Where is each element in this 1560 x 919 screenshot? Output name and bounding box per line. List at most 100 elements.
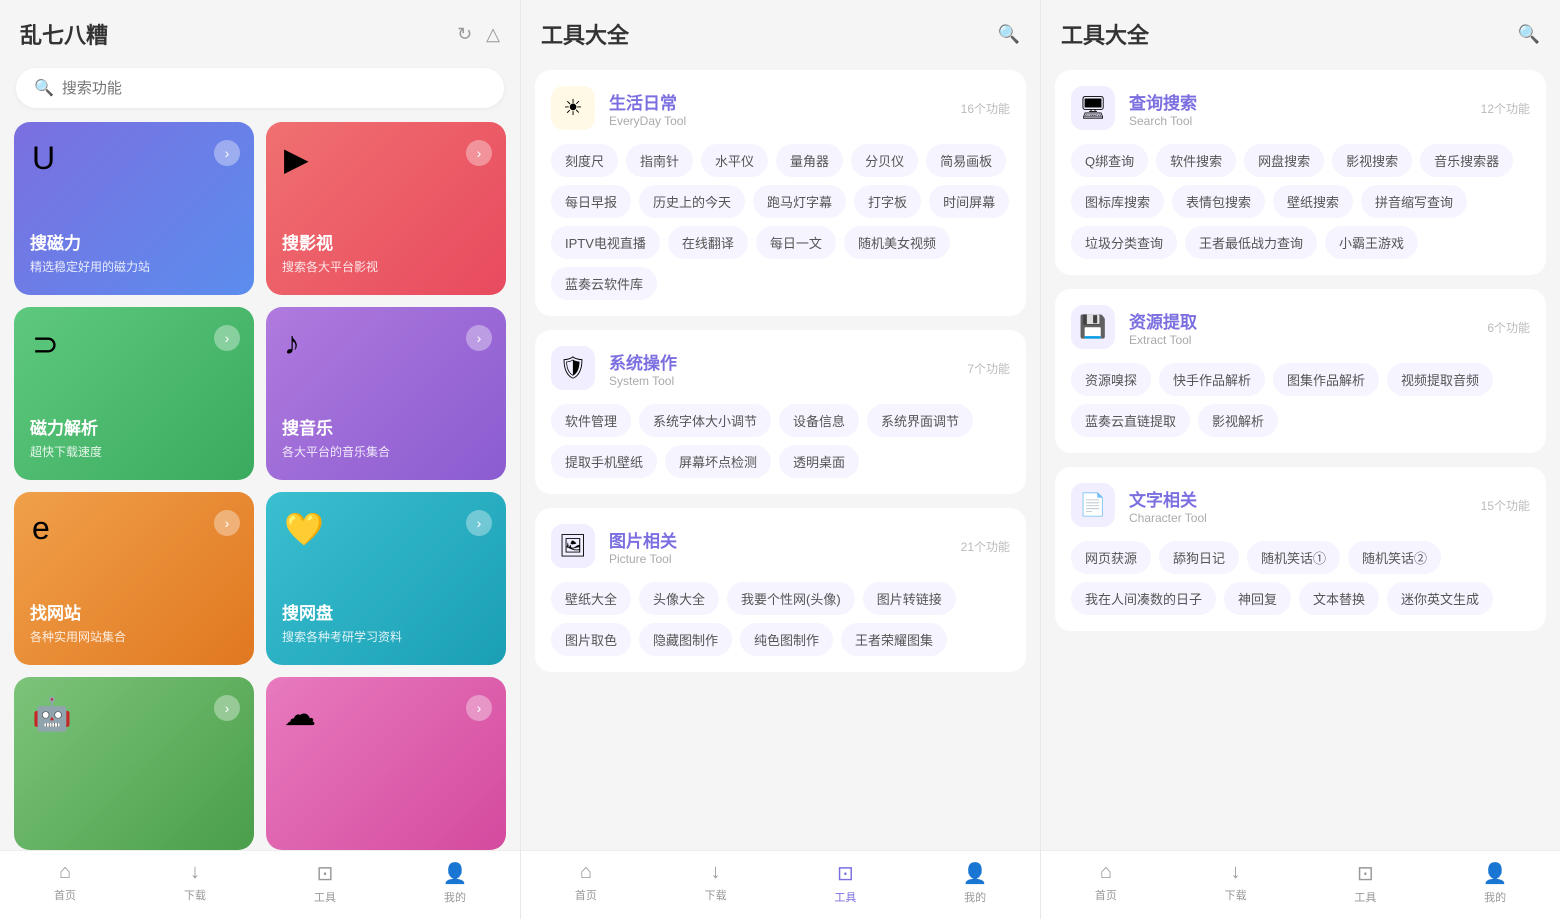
nav-item-下载[interactable]: ↓ 下载: [130, 861, 260, 905]
card-icon: ▶: [284, 140, 309, 178]
card-subtitle: 各大平台的音乐集合: [282, 443, 490, 460]
tag-指南针[interactable]: 指南针: [626, 144, 693, 177]
tag-影视解析[interactable]: 影视解析: [1198, 404, 1278, 437]
tag-每日一文[interactable]: 每日一文: [756, 226, 836, 259]
tag-快手作品解析[interactable]: 快手作品解析: [1159, 363, 1265, 396]
tag-图标库搜索[interactable]: 图标库搜索: [1071, 185, 1164, 218]
panel-left: 乱七八糟 ↻ △ 🔍 U › 搜磁力 精选稳定好用的磁力站 ▶ › 搜影视 搜索…: [0, 0, 520, 919]
tag-我在人间凑数的日子[interactable]: 我在人间凑数的日子: [1071, 582, 1216, 615]
tag-刻度尺[interactable]: 刻度尺: [551, 144, 618, 177]
card-sou-yin-yue[interactable]: ♪ › 搜音乐 各大平台的音乐集合: [266, 307, 506, 480]
tag-历史上的今天[interactable]: 历史上的今天: [639, 185, 745, 218]
panel-right: 工具大全 🔍 🖥 查询搜索 Search Tool 12个功能 Q绑查询软件搜索…: [1040, 0, 1560, 919]
tag-小霸王游戏[interactable]: 小霸王游戏: [1325, 226, 1418, 259]
tag-音乐搜索器[interactable]: 音乐搜索器: [1420, 144, 1513, 177]
section-count-picture-tool: 21个功能: [961, 538, 1010, 555]
nav-item-我的[interactable]: 👤 我的: [390, 861, 520, 905]
tag-简易画板[interactable]: 简易画板: [926, 144, 1006, 177]
tag-Q绑查询[interactable]: Q绑查询: [1071, 144, 1148, 177]
tag-王者荣耀图集[interactable]: 王者荣耀图集: [841, 623, 947, 656]
tag-网盘搜索[interactable]: 网盘搜索: [1244, 144, 1324, 177]
tag-跑马灯字幕[interactable]: 跑马灯字幕: [753, 185, 846, 218]
section-search-tool: 🖥 查询搜索 Search Tool 12个功能 Q绑查询软件搜索网盘搜索影视搜…: [1055, 70, 1546, 275]
nav-item-下载[interactable]: ↓ 下载: [1171, 861, 1301, 905]
tag-蓝奏云软件库[interactable]: 蓝奏云软件库: [551, 267, 657, 300]
tag-壁纸大全[interactable]: 壁纸大全: [551, 582, 631, 615]
tag-垃圾分类查询[interactable]: 垃圾分类查询: [1071, 226, 1177, 259]
section-count-character-tool: 15个功能: [1481, 497, 1530, 514]
tag-网页获源[interactable]: 网页获源: [1071, 541, 1151, 574]
tag-grid-search-tool: Q绑查询软件搜索网盘搜索影视搜索音乐搜索器图标库搜索表情包搜索壁纸搜索拼音缩写查…: [1071, 144, 1530, 259]
tag-王者最低战力查询[interactable]: 王者最低战力查询: [1185, 226, 1317, 259]
nav-item-下载[interactable]: ↓ 下载: [651, 861, 781, 905]
tag-视频提取音频[interactable]: 视频提取音频: [1387, 363, 1493, 396]
tag-分贝仪[interactable]: 分贝仪: [851, 144, 918, 177]
panel3-search-icon[interactable]: 🔍: [1518, 24, 1540, 45]
tag-量角器[interactable]: 量角器: [776, 144, 843, 177]
section-subtitle-picture-tool: Picture Tool: [609, 552, 677, 566]
tag-神回复[interactable]: 神回复: [1224, 582, 1291, 615]
tag-IPTV电视直播[interactable]: IPTV电视直播: [551, 226, 660, 259]
tag-软件搜索[interactable]: 软件搜索: [1156, 144, 1236, 177]
nav-item-工具[interactable]: ⊡ 工具: [1301, 861, 1431, 905]
section-title-picture-tool: 图片相关: [609, 527, 677, 552]
tag-水平仪[interactable]: 水平仪: [701, 144, 768, 177]
nav-item-工具[interactable]: ⊡ 工具: [781, 861, 911, 905]
tag-隐藏图制作[interactable]: 隐藏图制作: [639, 623, 732, 656]
triangle-icon[interactable]: △: [486, 24, 500, 45]
tag-时间屏幕[interactable]: 时间屏幕: [929, 185, 1009, 218]
nav-item-工具[interactable]: ⊡ 工具: [260, 861, 390, 905]
tag-设备信息[interactable]: 设备信息: [779, 404, 859, 437]
nav-item-首页[interactable]: ⌂ 首页: [1041, 861, 1171, 905]
nav-item-我的[interactable]: 👤 我的: [1430, 861, 1560, 905]
card-sou-ying-shi[interactable]: ▶ › 搜影视 搜索各大平台影视: [266, 122, 506, 295]
tag-文本替换[interactable]: 文本替换: [1299, 582, 1379, 615]
tag-随机笑话①[interactable]: 随机笑话①: [1247, 541, 1340, 574]
tag-表情包搜索[interactable]: 表情包搜索: [1172, 185, 1265, 218]
tag-舔狗日记[interactable]: 舔狗日记: [1159, 541, 1239, 574]
card-subtitle: 各种实用网站集合: [30, 628, 238, 645]
section-title-extract-tool: 资源提取: [1129, 308, 1197, 333]
tag-屏幕坏点检测[interactable]: 屏幕坏点检测: [665, 445, 771, 478]
refresh-icon[interactable]: ↻: [457, 24, 472, 45]
tag-头像大全[interactable]: 头像大全: [639, 582, 719, 615]
tag-随机笑话②[interactable]: 随机笑话②: [1348, 541, 1441, 574]
tag-提取手机壁纸[interactable]: 提取手机壁纸: [551, 445, 657, 478]
nav-item-我的[interactable]: 👤 我的: [910, 861, 1040, 905]
tag-纯色图制作[interactable]: 纯色图制作: [740, 623, 833, 656]
tag-打字板[interactable]: 打字板: [854, 185, 921, 218]
tag-在线翻译[interactable]: 在线翻译: [668, 226, 748, 259]
card-arrow: ›: [214, 140, 240, 166]
section-titles-daily-life: 生活日常 EveryDay Tool: [609, 89, 686, 128]
tag-系统界面调节[interactable]: 系统界面调节: [867, 404, 973, 437]
tag-随机美女视频[interactable]: 随机美女视频: [844, 226, 950, 259]
tag-透明桌面[interactable]: 透明桌面: [779, 445, 859, 478]
panel2-search-icon[interactable]: 🔍: [998, 24, 1020, 45]
search-bar[interactable]: 🔍: [16, 68, 504, 108]
tag-影视搜索[interactable]: 影视搜索: [1332, 144, 1412, 177]
nav-item-首页[interactable]: ⌂ 首页: [521, 861, 651, 905]
card-icon: ☁: [284, 695, 316, 733]
card-cloud[interactable]: ☁ ›: [266, 677, 506, 850]
tag-图片转链接[interactable]: 图片转链接: [863, 582, 956, 615]
tag-资源嗅探[interactable]: 资源嗅探: [1071, 363, 1151, 396]
nav-label-下载: 下载: [184, 887, 206, 903]
tag-软件管理[interactable]: 软件管理: [551, 404, 631, 437]
card-ci-li-jie-xi[interactable]: ⊃ › 磁力解析 超快下载速度: [14, 307, 254, 480]
card-android[interactable]: 🤖 ›: [14, 677, 254, 850]
tag-grid-extract-tool: 资源嗅探快手作品解析图集作品解析视频提取音频蓝奏云直链提取影视解析: [1071, 363, 1530, 437]
tag-每日早报[interactable]: 每日早报: [551, 185, 631, 218]
card-sou-wang-pan[interactable]: 💛 › 搜网盘 搜索各种考研学习资料: [266, 492, 506, 665]
tag-我要个性网(头像)[interactable]: 我要个性网(头像): [727, 582, 855, 615]
tag-壁纸搜索[interactable]: 壁纸搜索: [1273, 185, 1353, 218]
nav-item-首页[interactable]: ⌂ 首页: [0, 861, 130, 905]
tag-图片取色[interactable]: 图片取色: [551, 623, 631, 656]
tag-系统字体大小调节[interactable]: 系统字体大小调节: [639, 404, 771, 437]
tag-蓝奏云直链提取[interactable]: 蓝奏云直链提取: [1071, 404, 1190, 437]
card-zhao-wang-zhan[interactable]: e › 找网站 各种实用网站集合: [14, 492, 254, 665]
tag-拼音缩写查询[interactable]: 拼音缩写查询: [1361, 185, 1467, 218]
card-sou-ci-li[interactable]: U › 搜磁力 精选稳定好用的磁力站: [14, 122, 254, 295]
tag-图集作品解析[interactable]: 图集作品解析: [1273, 363, 1379, 396]
tag-迷你英文生成[interactable]: 迷你英文生成: [1387, 582, 1493, 615]
search-input[interactable]: [62, 80, 486, 97]
